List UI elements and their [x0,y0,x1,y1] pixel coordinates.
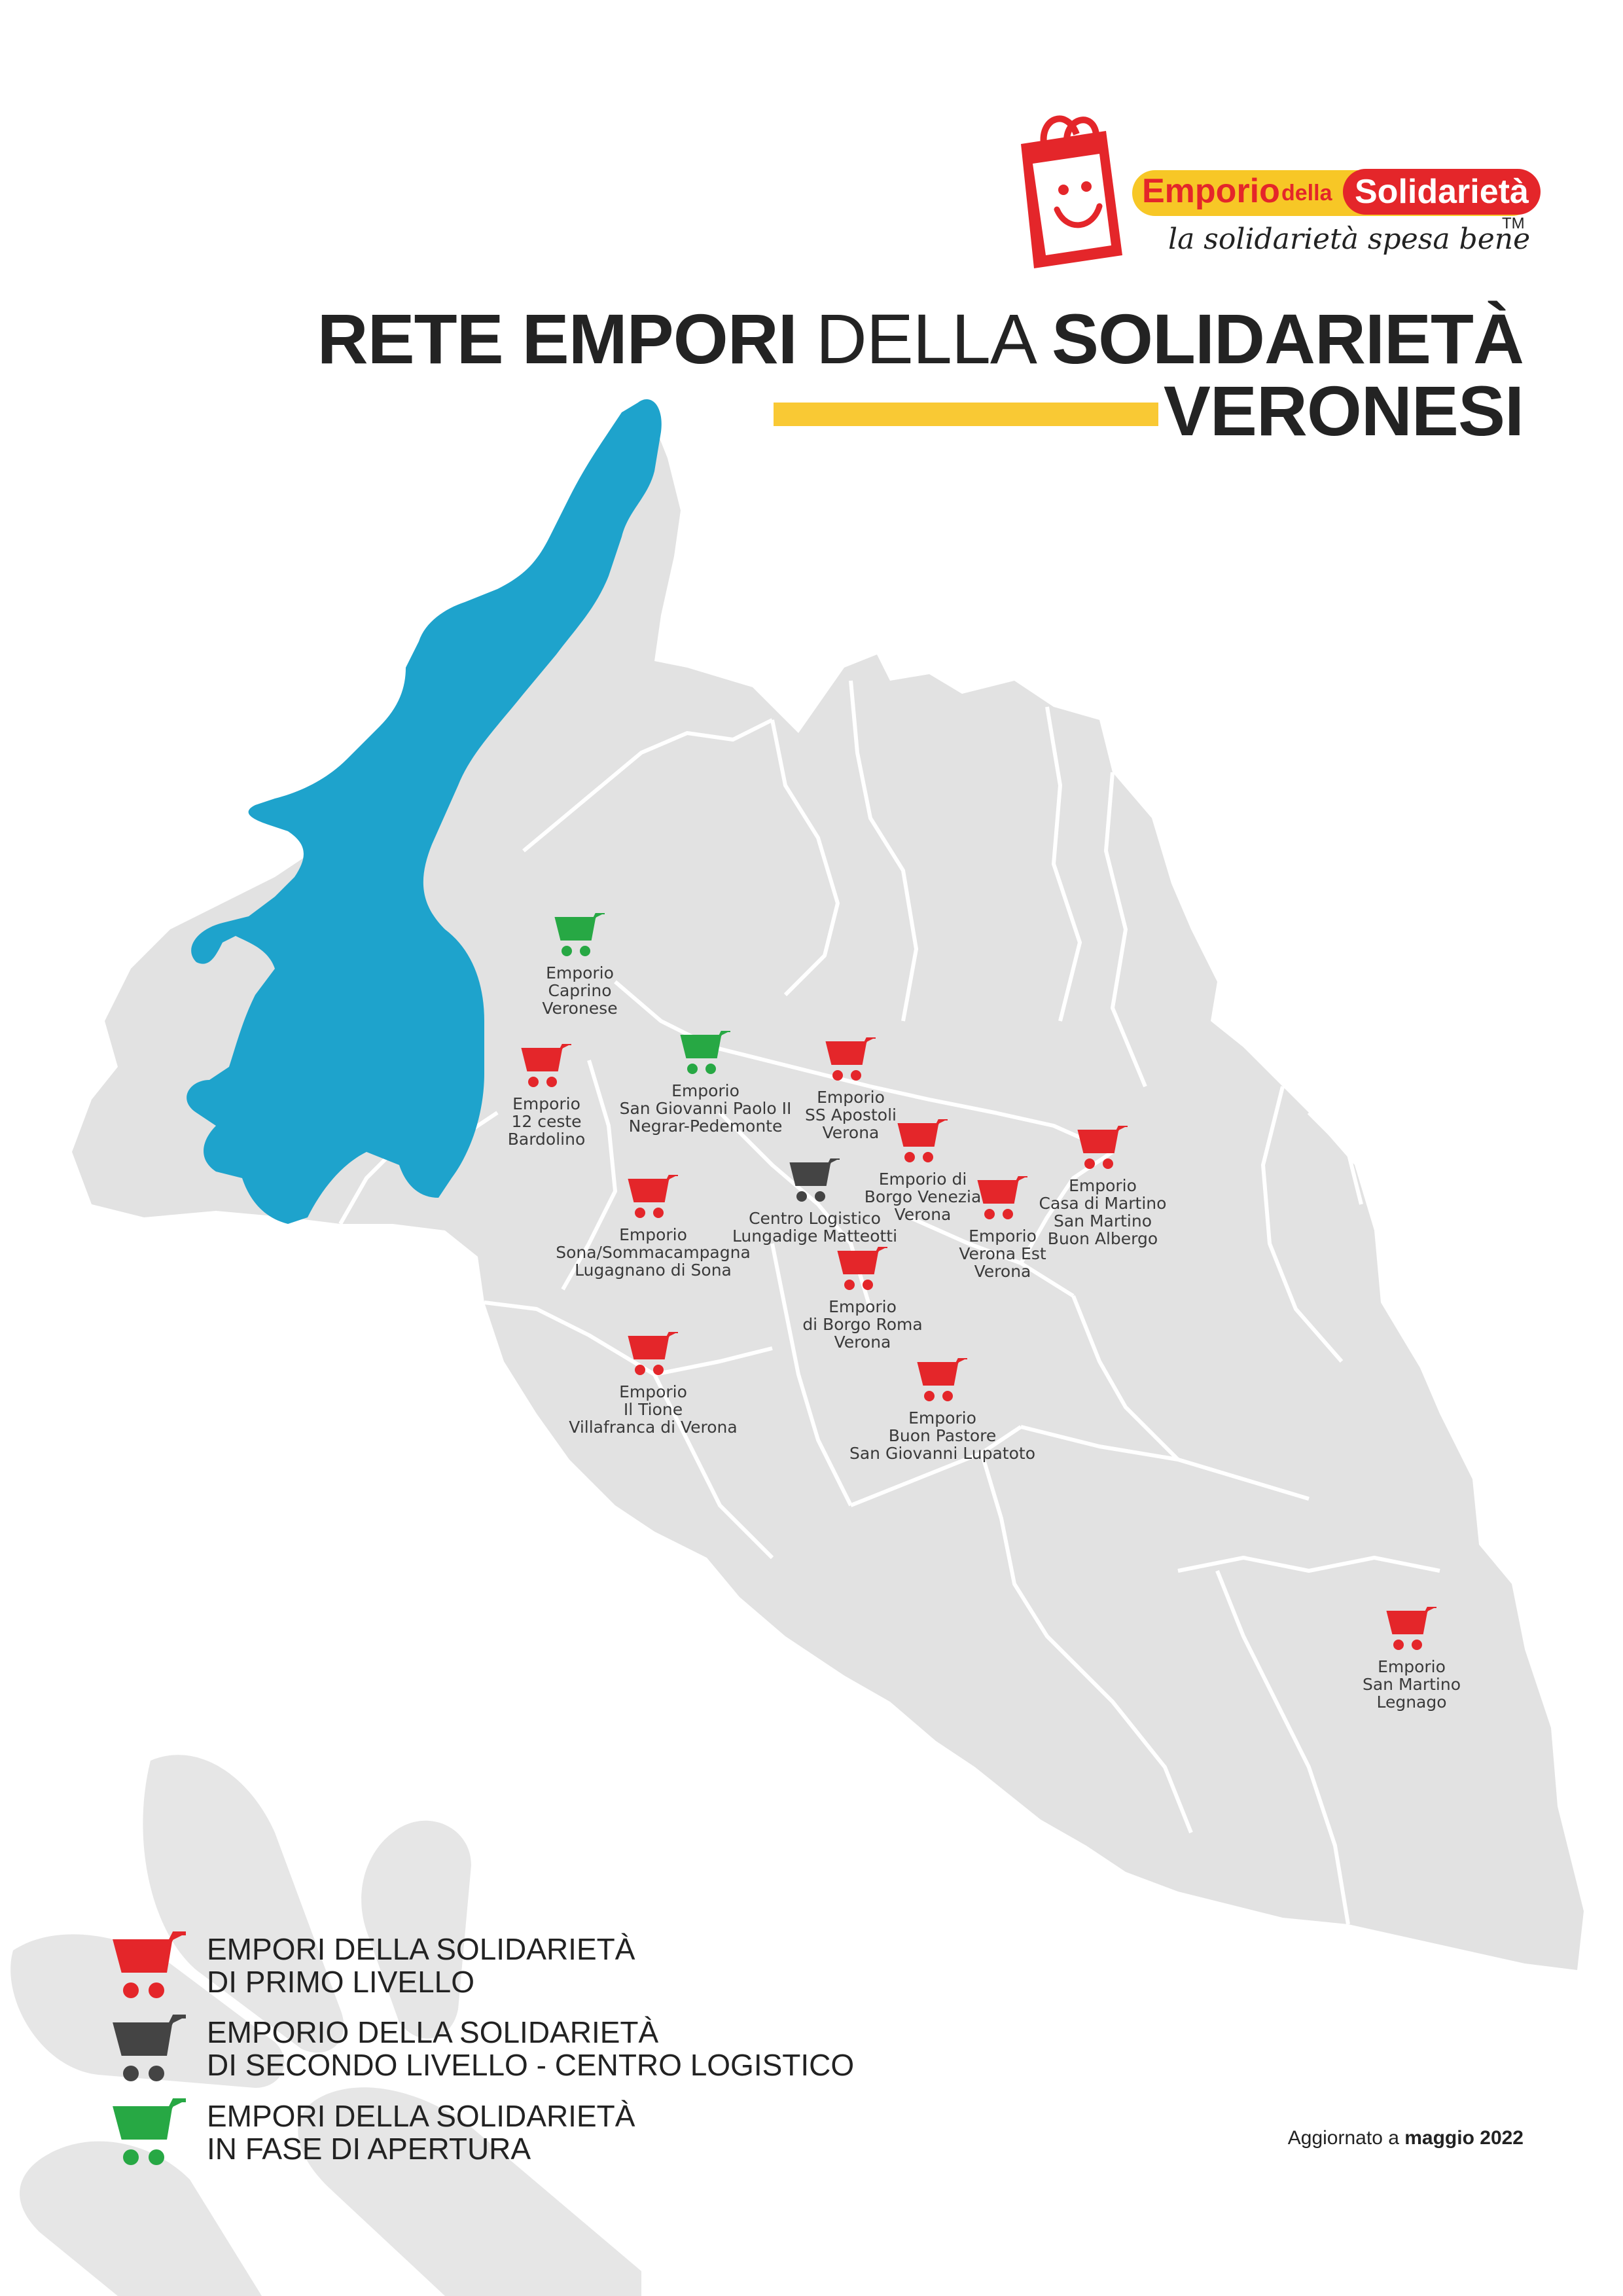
logo-word-emporio: Emporio [1142,172,1280,210]
title-light: DELLA [815,299,1033,378]
cart-icon [1077,1126,1128,1169]
cart-icon [977,1176,1027,1219]
location-label: Emporio Caprino Veronese [542,963,618,1018]
last-updated: Aggiornato a maggio 2022 [1288,2127,1524,2149]
cart-icon [789,1158,840,1202]
legend-item-secondo-livello: EMPORIO DELLA SOLIDARIETÀ DI SECONDO LIVE… [111,2011,962,2096]
page-title-line2: VERONESI [1163,371,1524,450]
brand-logo: Emporio della Solidarietà la solidarietà… [982,98,1544,281]
logo-trademark: TM [1502,215,1525,232]
map-location-primo-livello[interactable]: Emporio San Martino Legnago [1300,1607,1523,1711]
map-location-in-apertura[interactable]: Emporio Caprino Veronese [469,913,691,1017]
cart-icon-red [113,1931,186,1998]
cart-icon [521,1044,571,1087]
location-label: Emporio San Martino Legnago [1362,1657,1461,1712]
logo-tagline: la solidarietà spesa bene [1168,223,1531,256]
title-bold-b: SOLIDARIETÀ [1051,299,1524,378]
legend-label: EMPORI DELLA SOLIDARIETÀ IN FASE DI APERT… [207,2099,635,2166]
cart-icon-green [113,2098,186,2165]
shopping-bag-logo-icon [1021,115,1122,268]
map-location-primo-livello[interactable]: Emporio Buon Pastore San Giovanni Lupatoto [831,1358,1054,1462]
logo-word-solidarieta: Solidarietà [1343,169,1541,215]
updated-prefix: Aggiornato a [1287,2127,1399,2149]
legend-label: EMPORI DELLA SOLIDARIETÀ DI PRIMO LIVELLO [207,1932,635,1999]
location-label: Emporio Buon Pastore San Giovanni Lupatoto [849,1408,1035,1463]
cart-icon [825,1037,876,1081]
cart-icon [628,1175,678,1218]
cart-icon [628,1332,678,1375]
location-label: Emporio di Borgo Roma Verona [802,1297,923,1352]
map-location-primo-livello[interactable]: Emporio di Borgo Roma Verona [751,1247,974,1351]
logo-word-della: della [1281,181,1332,206]
legend-label: EMPORIO DELLA SOLIDARIETÀ DI SECONDO LIVE… [207,2015,855,2082]
page-title-line1: RETE EMPORI DELLA SOLIDARIETÀ [317,298,1524,380]
cart-icon-dark [113,2015,186,2081]
cart-icon [917,1358,967,1401]
updated-date: maggio 2022 [1404,2127,1524,2149]
location-label: Emporio Il Tione Villafranca di Verona [569,1382,738,1437]
title-accent-bar [774,403,1158,426]
cart-icon [680,1031,730,1074]
cart-icon [554,913,605,956]
legend-item-in-apertura: EMPORI DELLA SOLIDARIETÀ IN FASE DI APERT… [111,2094,962,2179]
map-location-primo-livello[interactable]: Emporio Sona/Sommacampagna Lugagnano di So… [542,1175,764,1279]
location-label: Emporio Sona/Sommacampagna Lugagnano di So… [556,1225,751,1280]
map-location-primo-livello[interactable]: Emporio Il Tione Villafranca di Verona [542,1332,764,1436]
title-bold-a: RETE EMPORI [317,299,798,378]
cart-icon [837,1247,887,1290]
cart-icon [1386,1607,1436,1650]
legend-item-primo-livello: EMPORI DELLA SOLIDARIETÀ DI PRIMO LIVELLO [111,1928,962,2013]
